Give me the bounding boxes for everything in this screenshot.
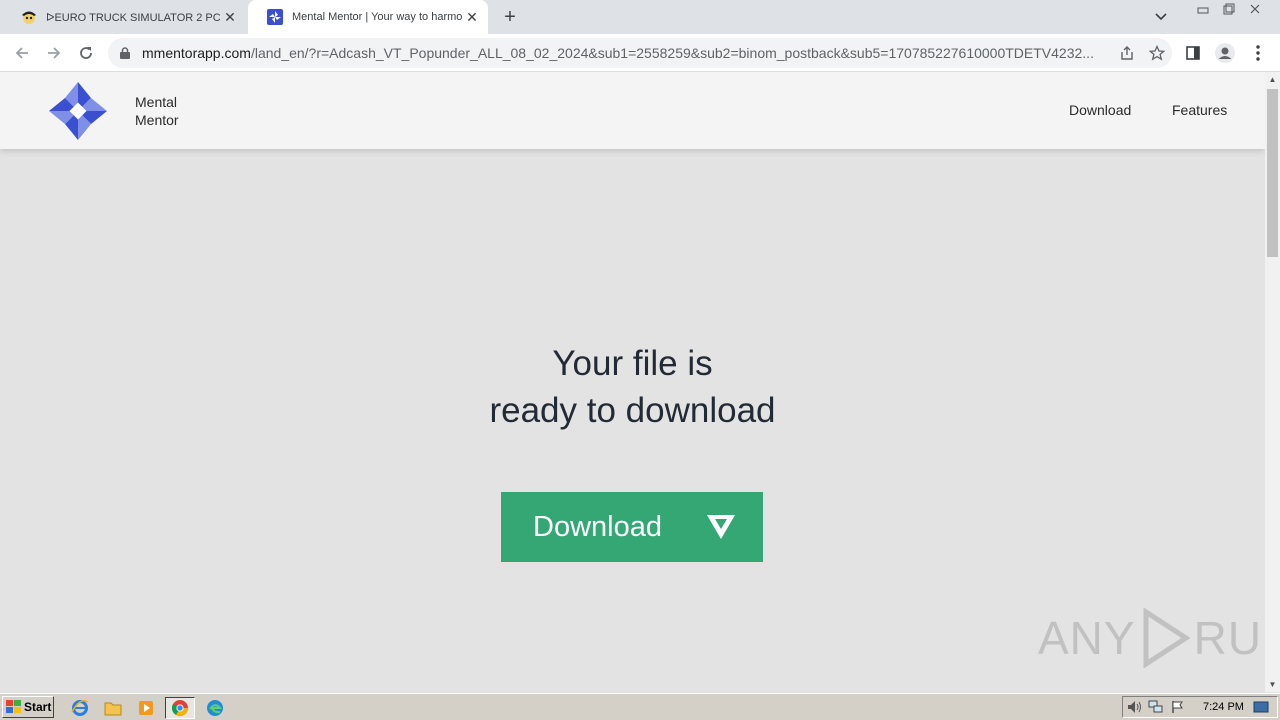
- nav-link-features[interactable]: Features: [1172, 102, 1227, 118]
- tab-mental-mentor[interactable]: Mental Mentor | Your way to harmon ✕: [248, 0, 488, 34]
- start-label: Start: [24, 700, 52, 714]
- scrollbar-thumb[interactable]: [1267, 89, 1278, 257]
- menu-kebab-icon[interactable]: [1243, 38, 1273, 68]
- show-desktop-icon[interactable]: [1250, 697, 1272, 717]
- brand-line-1: Mental: [135, 94, 178, 110]
- network-icon[interactable]: [1145, 697, 1167, 717]
- close-window-icon[interactable]: [1242, 0, 1268, 18]
- watermark-left: ANY: [1038, 612, 1136, 664]
- start-button[interactable]: Start: [2, 696, 54, 718]
- minimize-icon[interactable]: [1190, 0, 1216, 18]
- mental-mentor-icon: [266, 8, 284, 26]
- windows-taskbar: Start 7:24 PM: [0, 693, 1280, 720]
- page-viewport: Mental Mentor Download Features Your fil…: [0, 72, 1265, 692]
- brand-name[interactable]: Mental Mentor: [135, 93, 179, 129]
- lock-icon[interactable]: [108, 47, 142, 59]
- media-player-icon[interactable]: [134, 697, 158, 719]
- url-text: mmentorapp.com/land_en/?r=Adcash_VT_Popu…: [142, 45, 1094, 61]
- windows-flag-icon: [6, 700, 22, 714]
- taskbar-clock[interactable]: 7:24 PM: [1203, 701, 1244, 713]
- new-tab-button[interactable]: +: [498, 5, 522, 29]
- download-button-label: Download: [533, 510, 662, 543]
- tab-euro-truck[interactable]: ᐅEURO TRUCK SIMULATOR 2 PC ES ✕: [2, 0, 246, 34]
- tab-strip: ᐅEURO TRUCK SIMULATOR 2 PC ES ✕ Mental M…: [0, 0, 1280, 34]
- hero-title-line-2: ready to download: [489, 391, 776, 430]
- share-icon[interactable]: [1112, 38, 1142, 68]
- hero-title: Your file is ready to download: [0, 340, 1265, 434]
- mental-mentor-logo-icon[interactable]: [47, 80, 109, 142]
- brand-line-2: Mentor: [135, 112, 179, 128]
- nav-link-download[interactable]: Download: [1069, 102, 1131, 118]
- bookmark-star-icon[interactable]: [1142, 38, 1172, 68]
- edge-icon[interactable]: [203, 697, 227, 719]
- play-triangle-icon: [1143, 608, 1190, 668]
- action-center-flag-icon[interactable]: [1167, 697, 1189, 717]
- close-tab-icon[interactable]: ✕: [462, 7, 482, 27]
- close-tab-icon[interactable]: ✕: [220, 7, 240, 27]
- tab-title: ᐅEURO TRUCK SIMULATOR 2 PC ES: [46, 11, 220, 24]
- chrome-icon[interactable]: [165, 697, 195, 719]
- scroll-down-arrow-icon[interactable]: ▼: [1265, 677, 1280, 692]
- anyrun-watermark: ANY RUN: [1038, 608, 1265, 668]
- system-tray: 7:24 PM: [1122, 696, 1278, 718]
- download-button[interactable]: Download: [501, 492, 763, 562]
- reload-icon[interactable]: [73, 40, 99, 66]
- browser-toolbar: mmentorapp.com/land_en/?r=Adcash_VT_Popu…: [0, 34, 1280, 72]
- forward-arrow-icon[interactable]: [41, 40, 67, 66]
- profile-avatar-icon[interactable]: [1210, 38, 1240, 68]
- tab-search-chevron-icon[interactable]: [1150, 6, 1172, 28]
- back-arrow-icon[interactable]: [9, 40, 35, 66]
- window-controls: [1190, 0, 1268, 18]
- address-bar[interactable]: mmentorapp.com/land_en/?r=Adcash_VT_Popu…: [108, 38, 1172, 68]
- tab-title: Mental Mentor | Your way to harmon: [292, 11, 462, 23]
- site-header: Mental Mentor Download Features: [0, 72, 1265, 149]
- pirate-icon: [20, 8, 38, 26]
- restore-icon[interactable]: [1216, 0, 1242, 18]
- down-triangle-icon: [706, 513, 736, 541]
- page-scrollbar[interactable]: ▲ ▼: [1265, 72, 1280, 692]
- file-explorer-icon[interactable]: [101, 697, 125, 719]
- side-panel-icon[interactable]: [1178, 38, 1208, 68]
- scroll-up-arrow-icon[interactable]: ▲: [1265, 72, 1280, 87]
- hero-title-line-1: Your file is: [552, 344, 713, 383]
- internet-explorer-icon[interactable]: [68, 697, 92, 719]
- speaker-icon[interactable]: [1123, 697, 1145, 717]
- watermark-right: RUN: [1193, 612, 1265, 664]
